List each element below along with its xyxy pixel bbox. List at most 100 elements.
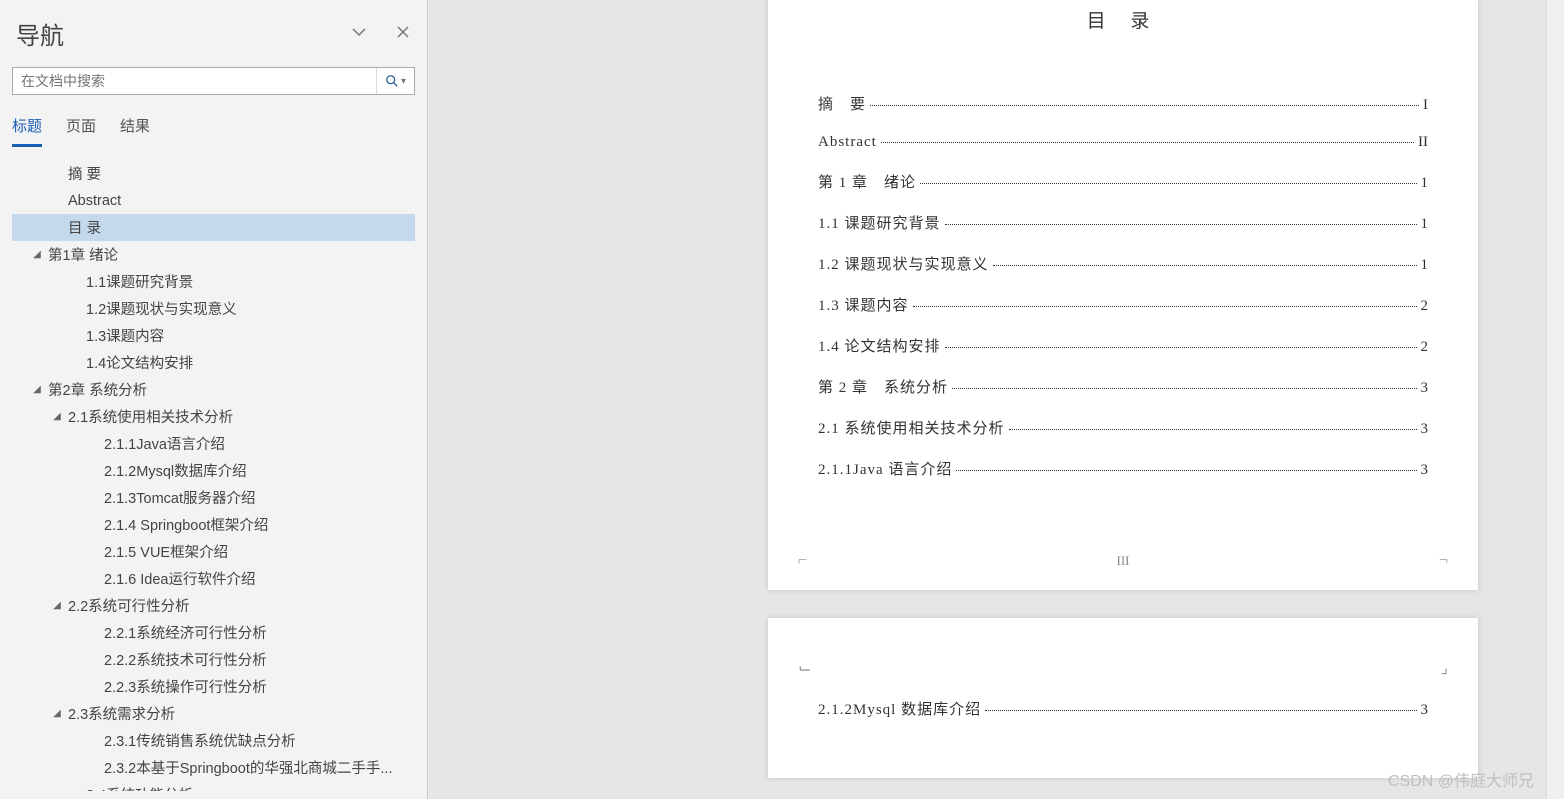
outline-item[interactable]: 1.4论文结构安排 xyxy=(12,349,415,376)
toc-leader-dots xyxy=(1009,429,1417,430)
outline-item[interactable]: 1.1课题研究背景 xyxy=(12,268,415,295)
chevron-down-icon[interactable] xyxy=(351,24,367,43)
search-icon xyxy=(385,74,399,88)
outline-item[interactable]: 2.1.4 Springboot框架介绍 xyxy=(12,511,415,538)
nav-header: 导航 xyxy=(12,8,415,67)
outline-item-label: 2.3系统需求分析 xyxy=(68,703,175,724)
outline-item-label: 2.2系统可行性分析 xyxy=(68,595,190,616)
toc-list-2: 2.1.2Mysql 数据库介绍 3 xyxy=(818,698,1428,719)
toc-row[interactable]: 1.1 课题研究背景 1 xyxy=(818,212,1428,233)
toc-page-number: 3 xyxy=(1421,702,1429,719)
outline-item[interactable]: 2.3.1传统销售系统优缺点分析 xyxy=(12,727,415,754)
tab-results[interactable]: 结果 xyxy=(120,111,150,147)
collapse-arrow-icon[interactable]: ◢ xyxy=(30,249,44,260)
toc-label: 1.1 课题研究背景 xyxy=(818,212,941,233)
toc-row[interactable]: 2.1.2Mysql 数据库介绍 3 xyxy=(818,698,1428,719)
page-footer: ⌐ III ¬ xyxy=(768,552,1478,570)
outline-item-label: 2.2.3系统操作可行性分析 xyxy=(104,676,267,697)
toc-page-number: I xyxy=(1423,97,1428,114)
vertical-scrollbar[interactable] xyxy=(1546,0,1564,799)
toc-row[interactable]: 2.1 系统使用相关技术分析3 xyxy=(818,417,1428,438)
toc-row[interactable]: 摘 要I xyxy=(818,93,1428,114)
collapse-arrow-icon[interactable]: ◢ xyxy=(50,600,64,611)
outline-item[interactable]: 目 录 xyxy=(12,214,415,241)
navigation-panel: 导航 ▾ 标题 页面 结果 摘 要 Abstract 目 录◢第1章 绪论1.1课题… xyxy=(0,0,428,799)
outline-item[interactable]: 2.1.6 Idea运行软件介绍 xyxy=(12,565,415,592)
document-page-2: ⌙ ⌟ 2.1.2Mysql 数据库介绍 3 xyxy=(768,618,1478,778)
document-page-1: 目 录 摘 要IAbstractII第 1 章 绪论11.1 课题研究背景11.… xyxy=(768,0,1478,590)
toc-leader-dots xyxy=(985,710,1416,711)
toc-page-number: 1 xyxy=(1421,216,1429,233)
toc-label: 摘 要 xyxy=(818,93,866,114)
toc-row[interactable]: Abstract II xyxy=(818,134,1428,151)
outline-item-label: 2.1系统使用相关技术分析 xyxy=(68,406,233,427)
toc-row[interactable]: 1.4 论文结构安排 2 xyxy=(818,335,1428,356)
toc-leader-dots xyxy=(945,347,1417,348)
outline-item-label: 2.1.2Mysql数据库介绍 xyxy=(104,460,247,481)
crop-mark-left: ⌐ xyxy=(798,552,807,570)
outline-item[interactable]: ◢ 2.1系统使用相关技术分析 xyxy=(12,403,415,430)
toc-page-number: II xyxy=(1418,134,1428,151)
toc-row[interactable]: 1.2 课题现状与实现意义 1 xyxy=(818,253,1428,274)
outline-item[interactable]: 1.3课题内容 xyxy=(12,322,415,349)
toc-label: 1.3 课题内容 xyxy=(818,294,909,315)
toc-label: 2.1.1Java 语言介绍 xyxy=(818,458,952,479)
outline-item[interactable]: 2.2.3系统操作可行性分析 xyxy=(12,673,415,700)
outline-item[interactable]: 2.1.3Tomcat服务器介绍 xyxy=(12,484,415,511)
outline-item-label: 2.1.5 VUE框架介绍 xyxy=(104,541,228,562)
outline-item[interactable]: 2.2.1系统经济可行性分析 xyxy=(12,619,415,646)
toc-label: 第 2 章 系统分析 xyxy=(818,376,948,397)
toc-leader-dots xyxy=(993,265,1417,266)
outline-item[interactable]: ◢ 2.3系统需求分析 xyxy=(12,700,415,727)
outline-item-label: 1.2课题现状与实现意义 xyxy=(86,298,237,319)
toc-page-number: 1 xyxy=(1421,257,1429,274)
nav-title: 导航 xyxy=(16,16,64,51)
outline-item-label: 2.1.1Java语言介绍 xyxy=(104,433,225,454)
collapse-arrow-icon[interactable]: ◢ xyxy=(50,708,64,719)
crop-mark-br: ⌟ xyxy=(1441,658,1449,678)
search-button[interactable]: ▾ xyxy=(376,68,414,94)
toc-row[interactable]: 第 1 章 绪论1 xyxy=(818,171,1428,192)
toc-page-number: 3 xyxy=(1421,380,1429,397)
outline-item[interactable]: ◢第1章 绪论 xyxy=(12,241,415,268)
outline-item[interactable]: 2.3.2本基于Springboot的华强北商城二手手... xyxy=(12,754,415,781)
outline-item-label: 摘 要 xyxy=(68,163,101,184)
tab-pages[interactable]: 页面 xyxy=(66,111,96,147)
toc-page-number: 2 xyxy=(1421,339,1429,356)
outline-item[interactable]: 2.1.2Mysql数据库介绍 xyxy=(12,457,415,484)
toc-row[interactable]: 第 2 章 系统分析 3 xyxy=(818,376,1428,397)
outline-item-label: 2.2.2系统技术可行性分析 xyxy=(104,649,267,670)
toc-label: 2.1.2Mysql 数据库介绍 xyxy=(818,698,981,719)
search-box: ▾ xyxy=(12,67,415,95)
tab-headings[interactable]: 标题 xyxy=(12,111,42,147)
outline-item-label: 2.3.1传统销售系统优缺点分析 xyxy=(104,730,296,751)
document-area[interactable]: 目 录 摘 要IAbstractII第 1 章 绪论11.1 课题研究背景11.… xyxy=(428,0,1546,799)
outline-item[interactable]: ◢第2章 系统分析 xyxy=(12,376,415,403)
collapse-arrow-icon[interactable]: ◢ xyxy=(30,384,44,395)
toc-row[interactable]: 2.1.1Java 语言介绍3 xyxy=(818,458,1428,479)
collapse-arrow-icon[interactable]: ◢ xyxy=(50,411,64,422)
outline-item-label: Abstract xyxy=(68,193,121,209)
toc-label: Abstract xyxy=(818,134,877,151)
outline-item[interactable]: 2.1.1Java语言介绍 xyxy=(12,430,415,457)
toc-page-number: 1 xyxy=(1421,175,1429,192)
outline-item[interactable]: 摘 要 xyxy=(12,160,415,187)
toc-page-number: 2 xyxy=(1421,298,1429,315)
nav-tabs: 标题 页面 结果 xyxy=(12,111,415,148)
close-icon[interactable] xyxy=(395,24,411,43)
toc-row[interactable]: 1.3 课题内容 2 xyxy=(818,294,1428,315)
outline-item[interactable]: 1.2课题现状与实现意义 xyxy=(12,295,415,322)
toc-page-number: 3 xyxy=(1421,421,1429,438)
outline-item[interactable]: ◢ 2.2系统可行性分析 xyxy=(12,592,415,619)
page-top-marks: ⌙ ⌟ xyxy=(798,658,1448,678)
outline-item[interactable]: 2.2.2系统技术可行性分析 xyxy=(12,646,415,673)
search-input[interactable] xyxy=(13,69,376,93)
outline-item[interactable]: 2.1.5 VUE框架介绍 xyxy=(12,538,415,565)
outline-item-label: 2.4系统功能分析 xyxy=(86,784,193,791)
toc-label: 1.2 课题现状与实现意义 xyxy=(818,253,989,274)
outline-item[interactable]: 2.4系统功能分析 xyxy=(12,781,415,791)
toc-list-1: 摘 要IAbstractII第 1 章 绪论11.1 课题研究背景11.2 课题… xyxy=(818,93,1428,479)
outline-item[interactable]: Abstract xyxy=(12,187,415,214)
toc-label: 1.4 论文结构安排 xyxy=(818,335,941,356)
outline-item-label: 2.1.4 Springboot框架介绍 xyxy=(104,514,268,535)
